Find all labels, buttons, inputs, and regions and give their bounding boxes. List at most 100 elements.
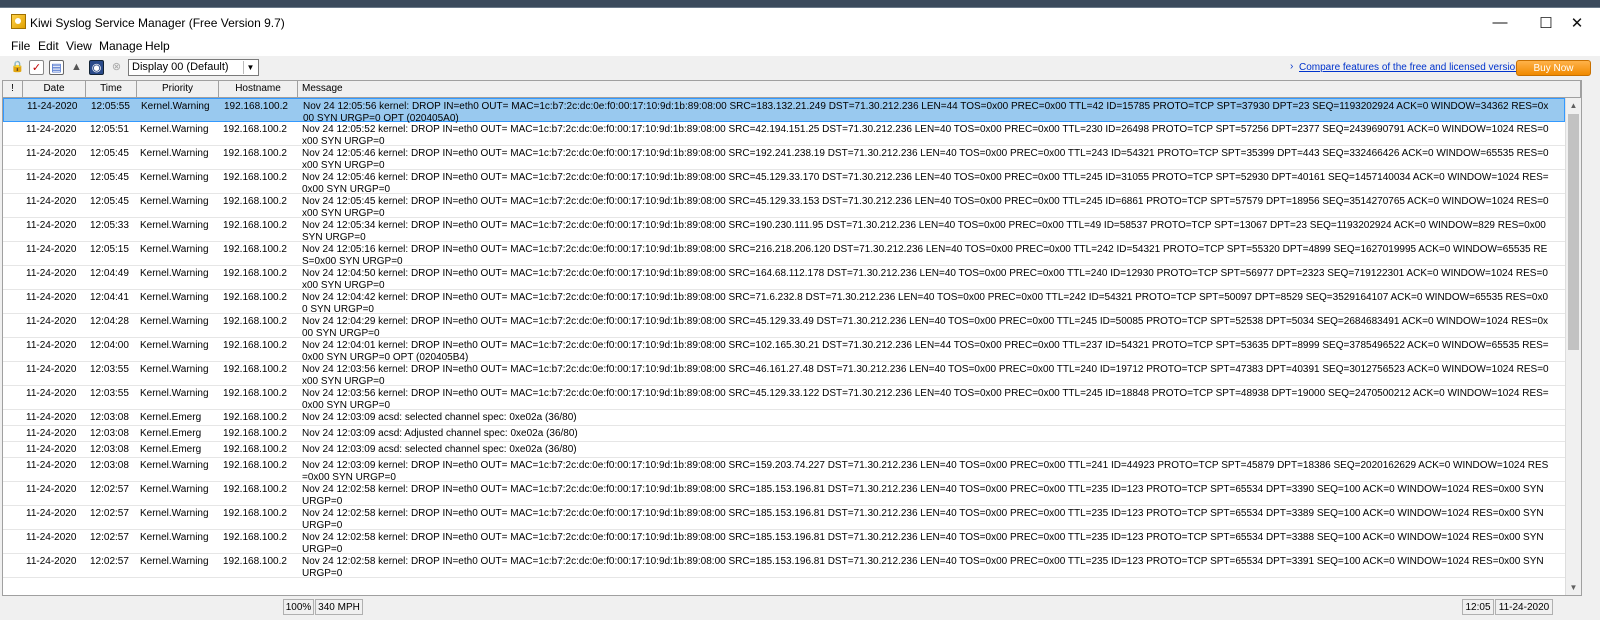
lock-icon[interactable]: 🔒 [10, 60, 25, 75]
table-row[interactable]: 11-24-2020 12:03:08 Kernel.Warning 192.168.… [3, 458, 1565, 483]
toolbar: 🔒 ✓ ▤ ▲ ◉ ⊗ Display 00 (Default) ▼ › Com… [0, 56, 1600, 80]
column-header-priority[interactable]: Priority [137, 81, 219, 97]
stop-icon[interactable]: ⊗ [109, 60, 124, 75]
table-row[interactable]: 11-24-2020 12:02:57 Kernel.Warning 192.168.… [3, 530, 1565, 555]
cell-priority: Kernel.Warning [141, 101, 210, 112]
table-row[interactable]: 11-24-2020 12:03:55 Kernel.Warning 192.168.… [3, 386, 1565, 411]
compare-features-link[interactable]: Compare features of the free and license… [1299, 62, 1526, 73]
table-row[interactable]: 11-24-2020 12:04:41 Kernel.Warning 192.168.… [3, 290, 1565, 315]
cell-hostname: 192.168.100.2 [224, 101, 288, 112]
chart-icon[interactable]: ▤ [49, 60, 64, 75]
cell-time: 12:02:57 [90, 556, 129, 567]
table-row[interactable]: 11-24-2020 12:04:00 Kernel.Warning 192.168.… [3, 338, 1565, 363]
cell-hostname: 192.168.100.2 [223, 196, 287, 207]
warning-icon[interactable]: ▲ [69, 60, 84, 75]
cell-date: 11-24-2020 [26, 556, 77, 567]
cell-time: 12:02:57 [90, 508, 129, 519]
table-row[interactable]: 11-24-2020 12:03:08 Kernel.Emerg 192.168.10… [3, 410, 1565, 426]
vertical-scrollbar[interactable]: ▲ ▼ [1565, 98, 1581, 595]
table-row[interactable]: 11-24-2020 12:02:57 Kernel.Warning 192.168.… [3, 482, 1565, 507]
cell-date: 11-24-2020 [26, 428, 77, 439]
table-row[interactable]: 11-24-2020 12:04:28 Kernel.Warning 192.168.… [3, 314, 1565, 339]
grid-rows: 11-24-2020 12:05:55 Kernel.Warning 192.168.… [3, 98, 1565, 579]
menu-manage[interactable]: Manage [99, 39, 142, 53]
scroll-thumb[interactable] [1568, 114, 1579, 350]
cell-date: 11-24-2020 [27, 101, 78, 112]
status-date: 11-24-2020 [1495, 599, 1553, 615]
cell-date: 11-24-2020 [26, 124, 77, 135]
table-row[interactable]: 11-24-2020 12:05:15 Kernel.Warning 192.168.… [3, 242, 1565, 267]
cell-priority: Kernel.Emerg [140, 444, 202, 455]
cell-date: 11-24-2020 [26, 508, 77, 519]
scroll-up-icon[interactable]: ▲ [1566, 98, 1581, 113]
table-row[interactable]: 11-24-2020 12:02:57 Kernel.Warning 192.168.… [3, 506, 1565, 531]
buy-now-button[interactable]: Buy Now [1516, 60, 1591, 76]
cell-priority: Kernel.Warning [140, 244, 209, 255]
cell-date: 11-24-2020 [26, 532, 77, 543]
column-header-time[interactable]: Time [86, 81, 137, 97]
cell-date: 11-24-2020 [26, 340, 77, 351]
cell-date: 11-24-2020 [26, 196, 77, 207]
cell-message: Nov 24 12:05:52 kernel: DROP IN=eth0 OUT… [302, 124, 1549, 147]
cell-priority: Kernel.Warning [140, 484, 209, 495]
table-row[interactable]: 11-24-2020 12:05:51 Kernel.Warning 192.168.… [3, 122, 1565, 147]
cell-time: 12:03:55 [90, 364, 129, 375]
globe-icon[interactable]: ◉ [89, 60, 104, 75]
scroll-down-icon[interactable]: ▼ [1566, 580, 1581, 595]
cell-time: 12:05:45 [90, 172, 129, 183]
cell-priority: Kernel.Warning [140, 556, 209, 567]
cell-priority: Kernel.Warning [140, 172, 209, 183]
app-window: Kiwi Syslog Service Manager (Free Versio… [0, 7, 1600, 620]
column-header-hostname[interactable]: Hostname [219, 81, 298, 97]
cell-message: Nov 24 12:02:58 kernel: DROP IN=eth0 OUT… [302, 484, 1544, 507]
cell-hostname: 192.168.100.2 [223, 428, 287, 439]
cell-message: Nov 24 12:05:46 kernel: DROP IN=eth0 OUT… [302, 172, 1549, 195]
cell-date: 11-24-2020 [26, 268, 77, 279]
cell-date: 11-24-2020 [26, 412, 77, 423]
menu-edit[interactable]: Edit [38, 39, 59, 53]
cell-hostname: 192.168.100.2 [223, 268, 287, 279]
table-row[interactable]: 11-24-2020 12:02:57 Kernel.Warning 192.168.… [3, 554, 1565, 579]
checklist-icon[interactable]: ✓ [29, 60, 44, 75]
table-row[interactable]: 11-24-2020 12:05:45 Kernel.Warning 192.168.… [3, 146, 1565, 171]
cell-hostname: 192.168.100.2 [223, 460, 287, 471]
cell-priority: Kernel.Warning [140, 220, 209, 231]
minimize-button[interactable]: — [1477, 8, 1523, 37]
cell-message: Nov 24 12:05:46 kernel: DROP IN=eth0 OUT… [302, 148, 1549, 171]
cell-time: 12:03:55 [90, 388, 129, 399]
table-row[interactable]: 11-24-2020 12:05:33 Kernel.Warning 192.168.… [3, 218, 1565, 243]
table-row[interactable]: 11-24-2020 12:04:49 Kernel.Warning 192.168.… [3, 266, 1565, 291]
cell-message: Nov 24 12:02:58 kernel: DROP IN=eth0 OUT… [302, 508, 1544, 531]
close-button[interactable]: ✕ [1554, 8, 1600, 37]
cell-date: 11-24-2020 [26, 316, 77, 327]
cell-message: Nov 24 12:04:42 kernel: DROP IN=eth0 OUT… [302, 292, 1549, 315]
table-row[interactable]: 11-24-2020 12:03:08 Kernel.Emerg 192.168.10… [3, 426, 1565, 442]
table-row[interactable]: 11-24-2020 12:05:45 Kernel.Warning 192.168.… [3, 170, 1565, 195]
cell-date: 11-24-2020 [26, 364, 77, 375]
column-header-message[interactable]: Message [298, 81, 1581, 97]
title-bar[interactable]: Kiwi Syslog Service Manager (Free Versio… [0, 8, 1600, 37]
table-row[interactable]: 11-24-2020 12:03:08 Kernel.Emerg 192.168.10… [3, 442, 1565, 458]
table-row[interactable]: 11-24-2020 12:05:55 Kernel.Warning 192.168.… [3, 98, 1565, 124]
table-row[interactable]: 11-24-2020 12:03:55 Kernel.Warning 192.168.… [3, 362, 1565, 387]
menu-help[interactable]: Help [145, 39, 170, 53]
cell-priority: Kernel.Warning [140, 292, 209, 303]
cell-date: 11-24-2020 [26, 148, 77, 159]
cell-hostname: 192.168.100.2 [223, 220, 287, 231]
cell-hostname: 192.168.100.2 [223, 508, 287, 519]
cell-time: 12:05:33 [90, 220, 129, 231]
cell-hostname: 192.168.100.2 [223, 484, 287, 495]
table-row[interactable]: 11-24-2020 12:05:45 Kernel.Warning 192.168.… [3, 194, 1565, 219]
column-header-date[interactable]: Date [23, 81, 86, 97]
menu-view[interactable]: View [66, 39, 92, 53]
cell-time: 12:04:28 [90, 316, 129, 327]
cell-priority: Kernel.Warning [140, 196, 209, 207]
cell-date: 11-24-2020 [26, 484, 77, 495]
cell-hostname: 192.168.100.2 [223, 556, 287, 567]
menu-file[interactable]: File [11, 39, 30, 53]
cell-time: 12:05:45 [90, 196, 129, 207]
display-select[interactable]: Display 00 (Default) ▼ [128, 59, 259, 76]
message-grid[interactable]: ! Date Time Priority Hostname Message 11… [2, 80, 1582, 596]
column-header-flag[interactable]: ! [3, 81, 23, 97]
chevron-down-icon[interactable]: ▼ [243, 61, 257, 74]
